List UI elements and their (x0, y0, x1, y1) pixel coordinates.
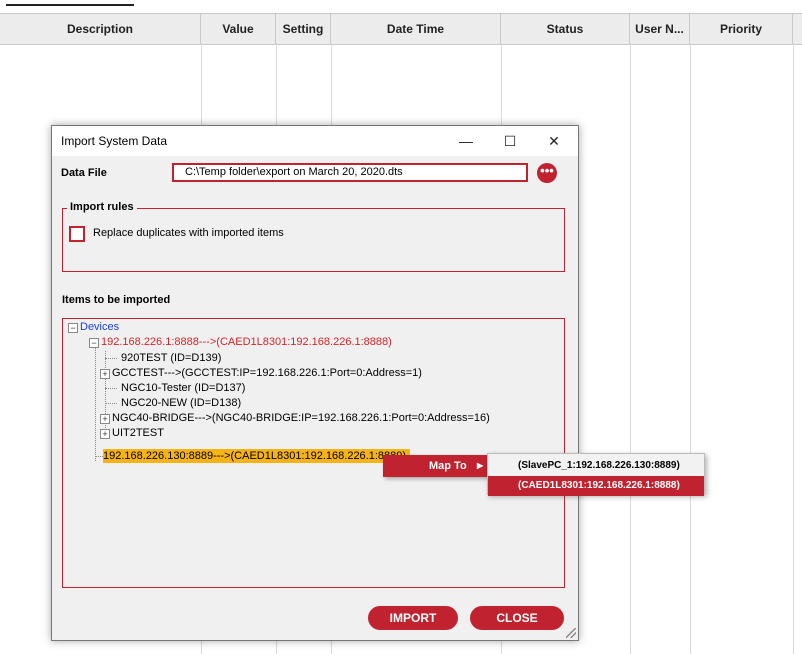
dialog-titlebar[interactable]: Import System Data — ☐ ✕ (52, 126, 578, 156)
replace-duplicates-checkbox[interactable] (69, 226, 85, 242)
top-decoration-line (6, 4, 134, 6)
submenu-arrow-icon: ▶ (477, 461, 484, 470)
items-to-be-imported-label: Items to be imported (62, 294, 171, 306)
tree-connector (105, 388, 117, 389)
map-to-menu-item[interactable]: Map To ▶ (383, 455, 487, 477)
collapse-devices-icon[interactable]: − (68, 323, 78, 333)
tree-leaf[interactable]: UIT2TEST (112, 426, 164, 440)
resize-grip-icon[interactable] (566, 628, 576, 638)
expand-node-icon[interactable]: + (100, 414, 110, 424)
grid-divider (690, 43, 691, 654)
column-status[interactable]: Status (501, 14, 630, 44)
browse-button[interactable]: ••• (537, 163, 557, 183)
close-button[interactable]: CLOSE (470, 606, 564, 630)
tree-leaf[interactable]: NGC20-NEW (ID=D138) (121, 396, 241, 410)
data-file-label: Data File (61, 167, 107, 179)
import-rules-group (62, 208, 565, 272)
tree-node-device[interactable]: 192.168.226.1:8888--->(CAED1L8301:192.16… (101, 335, 392, 349)
grid-divider (793, 43, 794, 654)
minimize-button[interactable]: — (444, 126, 488, 156)
close-window-button[interactable]: ✕ (532, 126, 576, 156)
dialog-title: Import System Data (61, 134, 168, 148)
grid-header: Description Value Setting Date Time Stat… (0, 13, 802, 45)
tree-leaf[interactable]: NGC10-Tester (ID=D137) (121, 381, 245, 395)
expand-node-icon[interactable]: + (100, 429, 110, 439)
import-button[interactable]: IMPORT (368, 606, 458, 630)
tree-connector (95, 338, 96, 461)
import-rules-label: Import rules (67, 201, 137, 213)
replace-duplicates-label[interactable]: Replace duplicates with imported items (93, 227, 284, 239)
column-description[interactable]: Description (0, 14, 201, 44)
column-user-name[interactable]: User N... (630, 14, 690, 44)
tree-leaf[interactable]: GCCTEST--->(GCCTEST:IP=192.168.226.1:Por… (112, 366, 422, 380)
data-file-input[interactable]: C:\Temp folder\export on March 20, 2020.… (172, 163, 528, 182)
import-system-data-dialog: Import System Data — ☐ ✕ Data File C:\Te… (51, 125, 579, 641)
map-to-submenu: (SlavePC_1:192.168.226.130:8889) (CAED1L… (487, 453, 705, 496)
map-option-slavepc[interactable]: (SlavePC_1:192.168.226.130:8889) (488, 456, 704, 476)
tree-connector (105, 403, 117, 404)
column-value[interactable]: Value (201, 14, 276, 44)
tree-node-device-selected[interactable]: 192.168.226.130:8889--->(CAED1L8301:192.… (103, 449, 411, 463)
map-option-caed-selected[interactable]: (CAED1L8301:192.168.226.1:8888) (488, 476, 704, 496)
column-priority[interactable]: Priority (690, 14, 793, 44)
tree-leaf[interactable]: NGC40-BRIDGE--->(NGC40-BRIDGE:IP=192.168… (112, 411, 490, 425)
expand-node-icon[interactable]: + (100, 369, 110, 379)
tree-root-devices[interactable]: Devices (80, 320, 119, 334)
column-date-time[interactable]: Date Time (331, 14, 501, 44)
column-setting[interactable]: Setting (276, 14, 331, 44)
tree-connector (105, 358, 117, 359)
collapse-node-icon[interactable]: − (89, 338, 99, 348)
map-to-label: Map To (429, 460, 467, 472)
grid-divider (630, 43, 631, 654)
maximize-button[interactable]: ☐ (488, 126, 532, 156)
tree-leaf[interactable]: 920TEST (ID=D139) (121, 351, 221, 365)
tree-connector (105, 351, 106, 438)
